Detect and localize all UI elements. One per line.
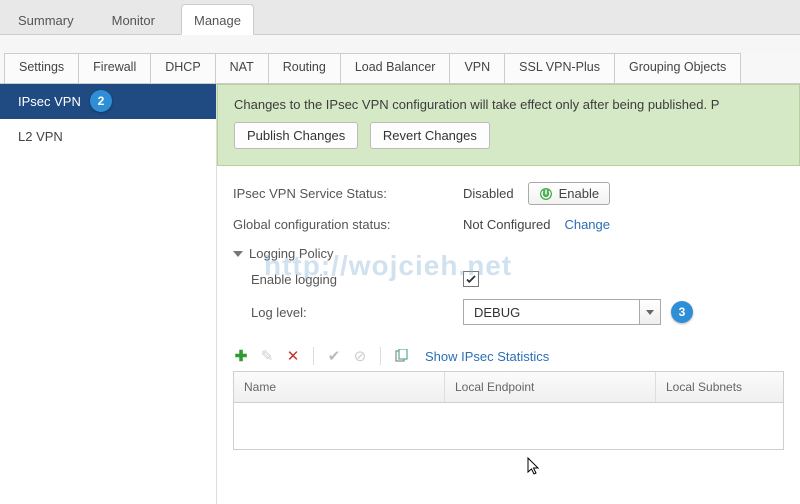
enable-service-button[interactable]: Enable [528, 182, 610, 205]
sec-tab-load-balancer[interactable]: Load Balancer [341, 53, 451, 83]
revert-changes-button[interactable]: Revert Changes [370, 122, 490, 149]
log-level-value: DEBUG [464, 305, 639, 320]
vpn-sidebar: IPsec VPN 2 L2 VPN [0, 84, 217, 504]
primary-tab-bar: Summary Monitor Manage [0, 0, 800, 35]
accept-icon[interactable]: ✔ [326, 348, 342, 364]
publish-changes-button[interactable]: Publish Changes [234, 122, 358, 149]
secondary-tab-bar: Settings Firewall DHCP NAT Routing Load … [0, 53, 800, 84]
banner-message: Changes to the IPsec VPN configuration w… [234, 97, 783, 112]
enable-logging-checkbox[interactable] [463, 271, 479, 287]
sec-tab-firewall[interactable]: Firewall [79, 53, 151, 83]
change-global-config-link[interactable]: Change [564, 217, 610, 232]
sec-tab-dhcp[interactable]: DHCP [151, 53, 215, 83]
sec-tab-nat[interactable]: NAT [216, 53, 269, 83]
service-status-value: Disabled [463, 186, 514, 201]
add-icon[interactable]: ✚ [233, 348, 249, 364]
ipsec-sites-table: Name Local Endpoint Local Subnets [233, 371, 784, 450]
sec-tab-grouping-objects[interactable]: Grouping Objects [615, 53, 741, 83]
service-status-label: IPsec VPN Service Status: [233, 186, 463, 201]
global-config-value: Not Configured [463, 217, 550, 232]
column-local-subnets[interactable]: Local Subnets [656, 372, 783, 402]
tab-manage[interactable]: Manage [181, 4, 254, 35]
column-name[interactable]: Name [234, 372, 445, 402]
enable-button-label: Enable [559, 186, 599, 201]
toolbar-divider [380, 347, 381, 365]
toolbar-divider [313, 347, 314, 365]
sidebar-item-label: IPsec VPN [18, 94, 81, 109]
triangle-down-icon [233, 251, 243, 257]
sec-tab-ssl-vpn-plus[interactable]: SSL VPN-Plus [505, 53, 615, 83]
log-level-label: Log level: [251, 305, 463, 320]
sec-tab-vpn[interactable]: VPN [450, 53, 505, 83]
logging-policy-header: Logging Policy [249, 246, 334, 261]
sidebar-item-l2-vpn[interactable]: L2 VPN [0, 119, 216, 154]
sec-tab-routing[interactable]: Routing [269, 53, 341, 83]
power-icon [539, 187, 553, 201]
delete-icon[interactable]: ✕ [285, 348, 301, 364]
content-area: Changes to the IPsec VPN configuration w… [217, 84, 800, 504]
show-ipsec-statistics-link[interactable]: Show IPsec Statistics [425, 349, 549, 364]
logging-policy-disclosure[interactable]: Logging Policy [233, 238, 784, 265]
column-local-endpoint[interactable]: Local Endpoint [445, 372, 656, 402]
sidebar-item-label: L2 VPN [18, 129, 63, 144]
ipsec-toolbar: ✚ ✎ ✕ ✔ ⊘ Show IPsec Statistics [217, 337, 800, 371]
sec-tab-settings[interactable]: Settings [4, 53, 79, 83]
copy-icon[interactable] [393, 348, 409, 364]
enable-logging-label: Enable logging [251, 272, 463, 287]
table-body-empty [234, 403, 783, 449]
log-level-select[interactable]: DEBUG [463, 299, 661, 325]
edit-icon[interactable]: ✎ [259, 348, 275, 364]
tab-summary[interactable]: Summary [6, 5, 86, 34]
annotation-badge-3: 3 [671, 301, 693, 323]
caret-down-icon [646, 310, 654, 315]
annotation-badge-2: 2 [90, 90, 112, 112]
tab-monitor[interactable]: Monitor [100, 5, 167, 34]
table-header: Name Local Endpoint Local Subnets [234, 372, 783, 403]
global-config-label: Global configuration status: [233, 217, 463, 232]
reject-icon[interactable]: ⊘ [352, 348, 368, 364]
pending-changes-banner: Changes to the IPsec VPN configuration w… [217, 84, 800, 166]
sidebar-item-ipsec-vpn[interactable]: IPsec VPN 2 [0, 84, 216, 119]
log-level-dropdown-button[interactable] [639, 300, 660, 324]
